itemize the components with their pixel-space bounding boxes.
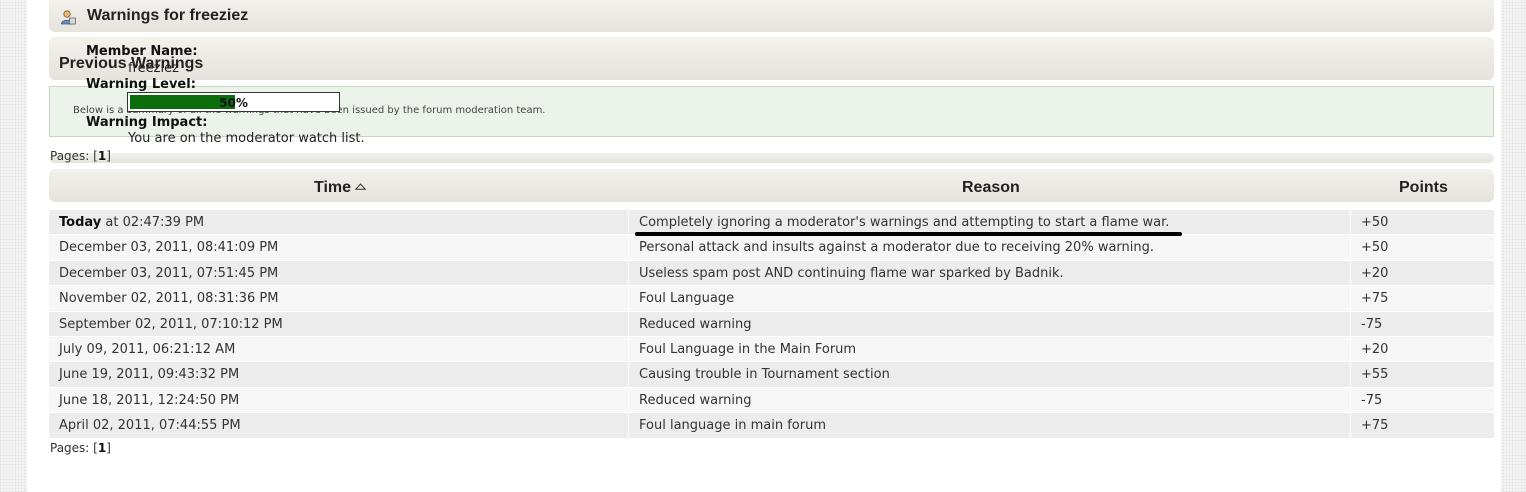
points-cell: +75 [1361,418,1389,434]
warning-impact-label: Warning Impact: [86,115,208,130]
time-cell: Today at 02:47:39 PM [49,210,629,235]
points-cell: +55 [1361,367,1389,383]
points-cell: +75 [1361,291,1389,307]
user-icon [61,10,76,25]
reason-cell: Reduced warning [629,387,1351,413]
points-cell: +20 [1361,341,1389,357]
pagination-label: Pages: [ [50,149,98,163]
time-value: December 03, 2011, 08:41:09 PM [59,240,279,256]
reason-cell: Causing trouble in Tournament section [629,362,1351,387]
points-cell: +50 [1361,240,1389,256]
time-cell: November 02, 2011, 08:31:36 PM [49,286,629,311]
reason-cell: Foul Language in the Main Forum [629,336,1351,362]
reason-cell: Reduced warning [629,311,1351,336]
time-value: September 02, 2011, 07:10:12 PM [59,316,283,332]
time-column-header[interactable]: Time [314,179,367,197]
warning-level-label: Warning Level: [86,77,196,92]
time-cell: June 18, 2011, 12:24:50 PM [49,387,629,413]
pagination-label: Pages: [ [50,441,98,455]
time-column-label: Time [314,179,352,196]
table-row: November 02, 2011, 08:31:36 PM Foul Langu… [49,286,1494,312]
warnings-header-bar [49,0,1494,32]
reason-cell: Personal attack and insults against a mo… [629,235,1351,260]
time-value: June 19, 2011, 09:43:32 PM [59,367,240,383]
pagination-close: ] [106,441,111,455]
points-column-header: Points [1399,179,1448,196]
time-cell: December 03, 2011, 07:51:45 PM [49,260,629,286]
sort-ascending-icon [355,183,367,190]
table-row: April 02, 2011, 07:44:55 PM Foul language… [49,413,1494,439]
time-value: July 09, 2011, 06:21:12 AM [59,341,236,357]
previous-warnings-header-bar [49,37,1494,80]
pagination-bottom: Pages: [1] [50,441,111,455]
reason-cell: Completely ignoring a moderator's warnin… [629,210,1351,235]
time-value: at 02:47:39 PM [101,215,205,230]
table-row: December 03, 2011, 07:51:45 PM Useless sp… [49,260,1494,287]
time-value: April 02, 2011, 07:44:55 PM [59,418,241,434]
table-row: June 19, 2011, 09:43:32 PM Causing troubl… [49,362,1494,388]
time-today-label: Today [59,215,102,230]
table-row: September 02, 2011, 07:10:12 PM Reduced w… [49,311,1494,337]
reason-cell: Foul language in main forum [629,413,1351,438]
member-name-label: Member Name: [86,44,198,59]
pagination-close: ] [106,149,111,163]
time-cell: December 03, 2011, 08:41:09 PM [49,235,629,260]
time-cell: September 02, 2011, 07:10:12 PM [49,311,629,336]
table-row: July 09, 2011, 06:21:12 AM Foul Language … [49,336,1494,363]
time-cell: June 19, 2011, 09:43:32 PM [49,362,629,387]
table-row: December 03, 2011, 08:41:09 PM Personal a… [49,235,1494,261]
reason-column-header: Reason [962,179,1020,196]
page-link-1[interactable]: 1 [98,149,106,163]
points-cell: +20 [1361,265,1389,281]
warning-impact-value: You are on the moderator watch list. [128,131,365,146]
pagination-top: Pages: [1] [50,149,111,163]
time-value: June 18, 2011, 12:24:50 PM [59,392,240,408]
points-cell: -75 [1361,316,1383,332]
time-cell: July 09, 2011, 06:21:12 AM [49,336,629,362]
points-cell: +50 [1361,215,1389,230]
time-value: November 02, 2011, 08:31:36 PM [59,291,279,307]
pagination-bar [49,153,1494,163]
warning-level-text: 50% [219,96,248,110]
member-name-value: freeziez [128,61,179,76]
page-link-1[interactable]: 1 [98,441,106,455]
time-cell: April 02, 2011, 07:44:55 PM [49,413,629,438]
time-value: December 03, 2011, 07:51:45 PM [59,265,279,281]
table-header-bar [49,169,1494,202]
warning-level-bar: 50% [127,92,340,112]
reason-cell: Useless spam post AND continuing flame w… [629,260,1351,286]
warnings-table: Today at 02:47:39 PM Completely ignoring … [49,210,1494,439]
reason-cell: Foul Language [629,286,1351,311]
table-row: June 18, 2011, 12:24:50 PM Reduced warnin… [49,387,1494,414]
page-title: Warnings for freeziez [87,7,249,24]
highlight-underline [635,232,1182,236]
points-cell: -75 [1361,392,1383,408]
